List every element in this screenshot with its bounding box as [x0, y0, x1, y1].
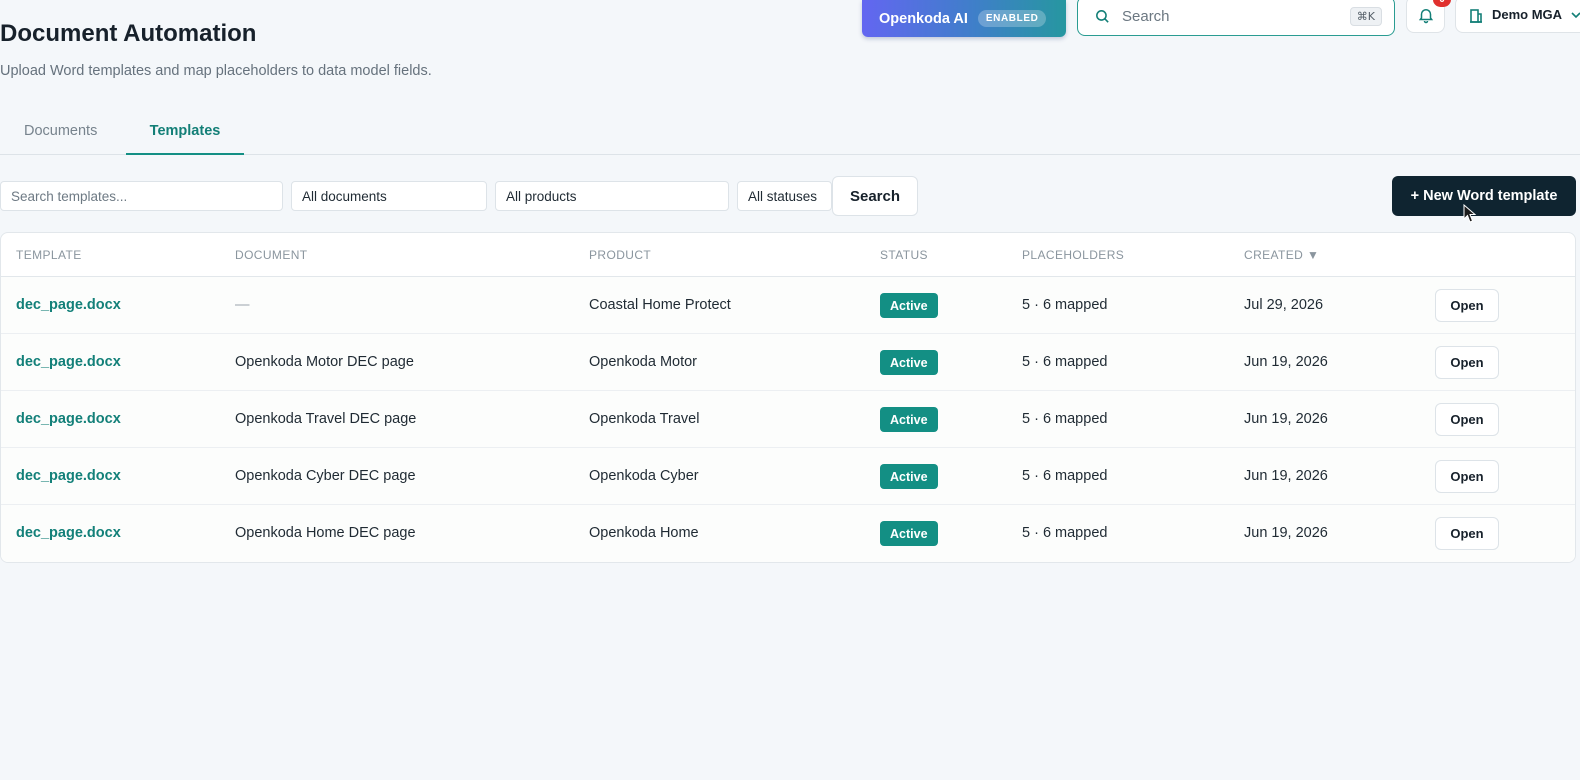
created-cell: Jul 29, 2026 [1244, 297, 1324, 313]
status-badge: Active [880, 407, 938, 432]
open-button[interactable]: Open [1435, 289, 1499, 322]
mouse-cursor-icon [1463, 204, 1477, 223]
document-cell: Openkoda Home DEC page [235, 525, 416, 541]
table-row: dec_page.docx Openkoda Travel DEC page O… [1, 391, 1575, 448]
building-icon [1470, 8, 1482, 23]
product-filter-select[interactable]: All products [495, 181, 729, 211]
placeholders-cell: 5 · 6 mapped [1022, 354, 1108, 370]
notification-count-badge: 0 [1433, 0, 1451, 7]
chevron-down-icon [1571, 11, 1580, 18]
column-header-product[interactable]: PRODUCT [589, 248, 651, 262]
product-cell: Openkoda Travel [589, 411, 700, 427]
organization-switcher[interactable]: Demo MGA [1455, 0, 1580, 33]
open-button[interactable]: Open [1435, 403, 1499, 436]
status-badge: Active [880, 464, 938, 489]
product-cell: Openkoda Home [589, 525, 699, 541]
placeholders-cell: 5 · 6 mapped [1022, 297, 1108, 313]
templates-table: TEMPLATE DOCUMENT PRODUCT STATUS PLACEHO… [0, 232, 1576, 563]
placeholders-cell: 5 · 6 mapped [1022, 468, 1108, 484]
page-subtitle: Upload Word templates and map placeholde… [0, 63, 432, 79]
product-cell: Openkoda Motor [589, 354, 698, 370]
template-link[interactable]: dec_page.docx [16, 525, 121, 541]
tab-bar: Documents Templates [0, 112, 1580, 155]
table-header: TEMPLATE DOCUMENT PRODUCT STATUS PLACEHO… [1, 233, 1575, 277]
status-badge: Active [880, 521, 938, 546]
document-cell: Openkoda Cyber DEC page [235, 468, 416, 484]
column-header-status[interactable]: STATUS [880, 248, 928, 262]
notifications-button[interactable]: 0 [1406, 0, 1451, 33]
ai-status-badge: ENABLED [977, 10, 1047, 27]
ai-assistant-button[interactable]: Openkoda AI ENABLED [862, 0, 1066, 37]
search-button[interactable]: Search [832, 176, 918, 216]
column-header-placeholders[interactable]: PLACEHOLDERS [1022, 248, 1124, 262]
column-header-document[interactable]: DOCUMENT [235, 248, 308, 262]
open-button[interactable]: Open [1435, 517, 1499, 550]
column-header-template[interactable]: TEMPLATE [16, 248, 82, 262]
document-cell: — [235, 297, 250, 313]
table-row: dec_page.docx Openkoda Home DEC page Ope… [1, 505, 1575, 562]
created-cell: Jun 19, 2026 [1244, 354, 1328, 370]
created-cell: Jun 19, 2026 [1244, 468, 1328, 484]
column-header-created[interactable]: CREATED ▼ [1244, 248, 1319, 262]
product-cell: Coastal Home Protect [589, 297, 731, 313]
template-link[interactable]: dec_page.docx [16, 297, 121, 313]
global-search-placeholder: Search [1122, 7, 1170, 25]
table-row: dec_page.docx Openkoda Cyber DEC page Op… [1, 448, 1575, 505]
tab-templates[interactable]: Templates [126, 123, 244, 155]
tab-documents[interactable]: Documents [24, 123, 97, 139]
ai-label: Openkoda AI [879, 10, 968, 27]
status-badge: Active [880, 350, 938, 375]
status-badge: Active [880, 293, 938, 318]
template-link[interactable]: dec_page.docx [16, 411, 121, 427]
placeholders-cell: 5 · 6 mapped [1022, 525, 1108, 541]
placeholders-cell: 5 · 6 mapped [1022, 411, 1108, 427]
open-button[interactable]: Open [1435, 346, 1499, 379]
table-row: dec_page.docx Openkoda Motor DEC page Op… [1, 334, 1575, 391]
table-row: dec_page.docx — Coastal Home Protect Act… [1, 277, 1575, 334]
organization-name: Demo MGA [1492, 7, 1563, 22]
search-shortcut: ⌘K [1349, 6, 1382, 26]
document-cell: Openkoda Travel DEC page [235, 411, 417, 427]
template-link[interactable]: dec_page.docx [16, 354, 121, 370]
template-search-input[interactable]: Search templates... [0, 181, 283, 211]
bell-icon [1418, 8, 1433, 23]
search-icon [1096, 9, 1109, 23]
new-word-template-button[interactable]: + New Word template [1392, 176, 1576, 216]
template-link[interactable]: dec_page.docx [16, 468, 121, 484]
document-filter-select[interactable]: All documents [291, 181, 487, 211]
created-cell: Jun 19, 2026 [1244, 525, 1328, 541]
global-search-input[interactable]: Search ⌘K [1077, 0, 1395, 36]
open-button[interactable]: Open [1435, 460, 1499, 493]
status-filter-select[interactable]: All statuses [737, 181, 832, 211]
created-cell: Jun 19, 2026 [1244, 411, 1328, 427]
document-cell: Openkoda Motor DEC page [235, 354, 414, 370]
product-cell: Openkoda Cyber [589, 468, 699, 484]
page-title: Document Automation [0, 20, 257, 47]
